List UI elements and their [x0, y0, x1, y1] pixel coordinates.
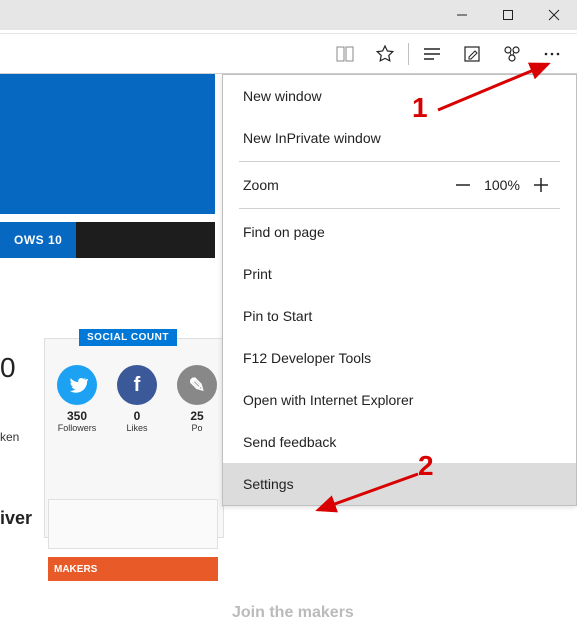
share-icon[interactable]	[493, 35, 531, 73]
text-fragment-ken: ken	[0, 430, 19, 444]
menu-separator	[239, 161, 560, 162]
menu-send-feedback[interactable]: Send feedback	[223, 421, 576, 463]
menu-settings[interactable]: Settings	[223, 463, 576, 505]
minimize-button[interactable]	[439, 0, 485, 30]
zoom-in-button[interactable]	[526, 176, 556, 194]
social-twitter[interactable]: 350 Followers	[57, 365, 97, 433]
reading-view-icon[interactable]	[326, 35, 364, 73]
window-titlebar	[0, 0, 577, 30]
facebook-icon: f	[117, 365, 157, 405]
more-actions-icon[interactable]	[533, 35, 571, 73]
browser-toolbar	[0, 34, 577, 74]
more-actions-menu: New window New InPrivate window Zoom 100…	[222, 74, 577, 506]
menu-f12-devtools[interactable]: F12 Developer Tools	[223, 337, 576, 379]
menu-zoom-row: Zoom 100%	[223, 164, 576, 206]
ad-box-1[interactable]	[48, 499, 218, 549]
makers-banner[interactable]: MAKERS	[48, 557, 218, 581]
social-facebook[interactable]: f 0 Likes	[117, 365, 157, 433]
menu-new-inprivate[interactable]: New InPrivate window	[223, 117, 576, 159]
twitter-label: Followers	[58, 423, 97, 433]
facebook-count: 0	[134, 409, 141, 423]
pencil-icon: ✎	[177, 365, 217, 405]
favorites-star-icon[interactable]	[366, 35, 404, 73]
menu-new-window[interactable]: New window	[223, 75, 576, 117]
menu-separator	[239, 208, 560, 209]
nav-tab-windows10[interactable]: OWS 10	[0, 222, 76, 258]
maximize-button[interactable]	[485, 0, 531, 30]
twitter-icon	[57, 365, 97, 405]
close-button[interactable]	[531, 0, 577, 30]
zoom-label: Zoom	[243, 177, 448, 193]
social-third[interactable]: ✎ 25 Po	[177, 365, 217, 433]
menu-open-ie[interactable]: Open with Internet Explorer	[223, 379, 576, 421]
social-count-badge: SOCIAL COUNT	[79, 329, 177, 346]
web-note-icon[interactable]	[453, 35, 491, 73]
third-label: Po	[191, 423, 202, 433]
hub-icon[interactable]	[413, 35, 451, 73]
zoom-out-button[interactable]	[448, 176, 478, 194]
zoom-value: 100%	[478, 177, 526, 193]
headline-fragment: 0	[0, 352, 16, 384]
hero-banner	[0, 74, 215, 214]
toolbar-separator	[408, 43, 409, 65]
facebook-label: Likes	[126, 423, 147, 433]
menu-find-on-page[interactable]: Find on page	[223, 211, 576, 253]
side-column: MAKERS	[48, 499, 218, 581]
twitter-count: 350	[67, 409, 87, 423]
join-makers-text: Join the makers	[232, 604, 354, 622]
menu-pin-to-start[interactable]: Pin to Start	[223, 295, 576, 337]
text-fragment-iver: iver	[0, 508, 32, 529]
menu-print[interactable]: Print	[223, 253, 576, 295]
third-count: 25	[190, 409, 203, 423]
